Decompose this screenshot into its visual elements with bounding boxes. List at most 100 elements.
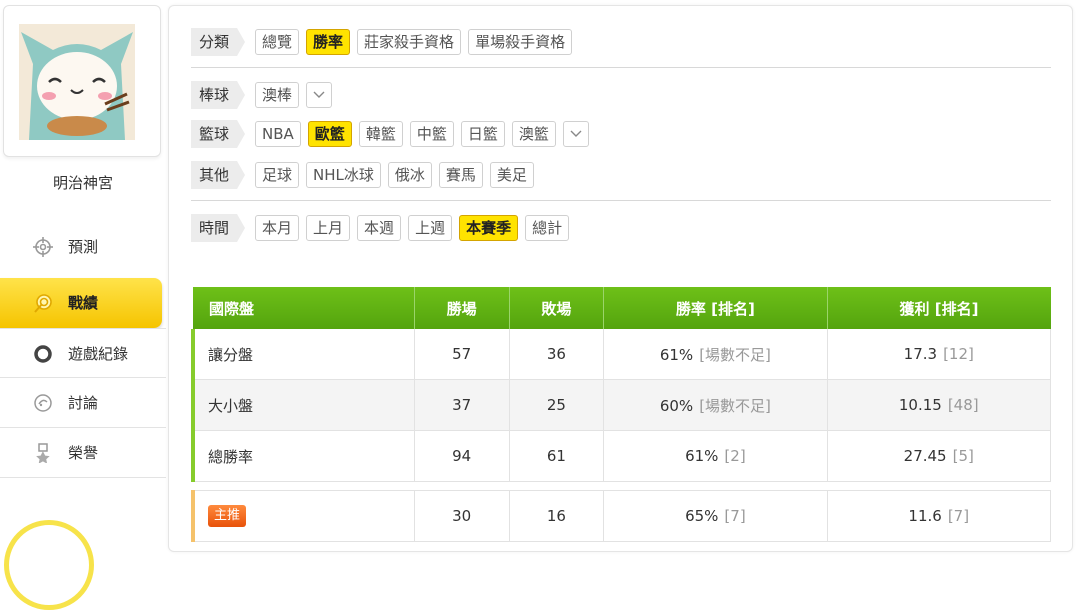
nav-record[interactable]: 戰績 bbox=[0, 278, 162, 328]
other-label: 其他 bbox=[191, 161, 245, 189]
divider bbox=[191, 200, 1051, 201]
profit-value: 27.45 bbox=[903, 447, 947, 465]
market-name: 總勝率 bbox=[190, 430, 415, 482]
category-banker-killer-button[interactable]: 莊家殺手資格 bbox=[357, 29, 462, 55]
col-header-winrate: 勝率 [排名] bbox=[603, 287, 828, 329]
winrate-rank: [7] bbox=[724, 507, 746, 525]
profit-cell: 27.45 [5] bbox=[827, 430, 1052, 482]
category-overview-button[interactable]: 總覽 bbox=[255, 29, 300, 55]
losses-cell: 61 bbox=[509, 430, 605, 482]
winrate-cell: 60% [場數不足] bbox=[603, 379, 828, 431]
other-russia-hockey-button[interactable]: 俄冰 bbox=[387, 162, 432, 188]
baseball-label: 棒球 bbox=[191, 81, 245, 109]
time-this-month-button[interactable]: 本月 bbox=[255, 215, 300, 241]
nav-game-history[interactable]: 遊戲紀錄 bbox=[0, 328, 166, 378]
other-filter-row: 其他 足球 NHL冰球 俄冰 賽馬 美足 bbox=[191, 161, 541, 189]
target-icon bbox=[34, 294, 52, 313]
nav-discuss-label: 討論 bbox=[68, 394, 99, 412]
stats-panel: 分類 總覽 勝率 莊家殺手資格 單場殺手資格 棒球 澳棒 籃球 NBA 歐籃 韓… bbox=[168, 5, 1073, 552]
profit-value: 10.15 bbox=[898, 396, 942, 414]
nav-discuss[interactable]: 討論 bbox=[0, 378, 166, 428]
circle-icon bbox=[34, 345, 52, 363]
category-single-killer-button[interactable]: 單場殺手資格 bbox=[468, 29, 573, 55]
basketball-korea-button[interactable]: 韓籃 bbox=[358, 121, 403, 147]
basketball-more-button[interactable] bbox=[562, 121, 589, 147]
nav-predict[interactable]: 預測 bbox=[0, 222, 166, 272]
basketball-nba-button[interactable]: NBA bbox=[255, 121, 301, 147]
basketball-aus-button[interactable]: 澳籃 bbox=[511, 121, 556, 147]
losses-cell: 16 bbox=[509, 490, 605, 542]
basketball-euro-button[interactable]: 歐籃 bbox=[307, 121, 352, 147]
divider bbox=[191, 67, 1051, 68]
nav-honor-label: 榮譽 bbox=[68, 444, 99, 462]
trophy-icon bbox=[36, 443, 50, 463]
winrate-value: 61% bbox=[659, 345, 694, 364]
market-name: 大小盤 bbox=[190, 379, 415, 431]
profit-value: 17.3 bbox=[903, 345, 938, 363]
username: 明治神宮 bbox=[52, 174, 113, 192]
time-last-month-button[interactable]: 上月 bbox=[306, 215, 351, 241]
time-this-season-button[interactable]: 本賽季 bbox=[459, 215, 519, 241]
other-horse-racing-button[interactable]: 賽馬 bbox=[438, 162, 483, 188]
profit-value: 11.6 bbox=[908, 507, 942, 525]
winrate-rank: [場數不足] bbox=[699, 345, 771, 364]
winrate-cell: 61% [2] bbox=[603, 430, 828, 482]
chat-icon bbox=[34, 394, 52, 412]
wins-cell: 37 bbox=[414, 379, 510, 431]
other-soccer-button[interactable]: 足球 bbox=[255, 162, 300, 188]
category-filter-row: 分類 總覽 勝率 莊家殺手資格 單場殺手資格 bbox=[191, 28, 579, 56]
col-header-market: 國際盤 bbox=[193, 287, 415, 329]
basketball-japan-button[interactable]: 日籃 bbox=[460, 121, 505, 147]
col-header-profit: 獲利 [排名] bbox=[827, 287, 1051, 329]
profit-cell: 17.3 [12] bbox=[827, 329, 1052, 380]
profit-rank: [7] bbox=[947, 507, 970, 525]
main-pick-row: 主推 30 16 65% [7] 11.6 [7] bbox=[190, 490, 1052, 542]
winrate-value: 65% bbox=[685, 507, 719, 525]
time-label: 時間 bbox=[191, 214, 245, 242]
winrate-cell: 65% [7] bbox=[603, 490, 828, 542]
basketball-filter-row: 籃球 NBA 歐籃 韓籃 中籃 日籃 澳籃 bbox=[191, 120, 596, 148]
table-spacer bbox=[193, 481, 1051, 491]
category-winrate-button[interactable]: 勝率 bbox=[306, 29, 351, 55]
baseball-aus-button[interactable]: 澳棒 bbox=[255, 82, 300, 108]
basketball-china-button[interactable]: 中籃 bbox=[409, 121, 454, 147]
avatar-card bbox=[3, 5, 161, 157]
nav-predict-label: 預測 bbox=[68, 238, 99, 256]
profit-rank: [48] bbox=[947, 396, 979, 414]
time-total-button[interactable]: 總計 bbox=[525, 215, 570, 241]
decorative-circle bbox=[4, 520, 94, 610]
losses-cell: 36 bbox=[509, 329, 605, 380]
profit-rank: [12] bbox=[943, 345, 974, 363]
profit-cell: 11.6 [7] bbox=[827, 490, 1052, 542]
nav-honor[interactable]: 榮譽 bbox=[0, 428, 166, 478]
crosshair-icon bbox=[33, 237, 53, 257]
wins-cell: 94 bbox=[414, 430, 510, 482]
other-american-football-button[interactable]: 美足 bbox=[489, 162, 534, 188]
time-filter-row: 時間 本月 上月 本週 上週 本賽季 總計 bbox=[191, 214, 576, 242]
winrate-cell: 61% [場數不足] bbox=[603, 329, 828, 380]
nav-record-label: 戰績 bbox=[68, 294, 99, 312]
time-this-week-button[interactable]: 本週 bbox=[357, 215, 402, 241]
main-pick-badge: 主推 bbox=[208, 505, 247, 527]
sidebar: 明治神宮 預測 戰績 遊戲紀錄 討論 榮譽 bbox=[0, 0, 166, 610]
wins-cell: 57 bbox=[414, 329, 510, 380]
baseball-more-button[interactable] bbox=[306, 82, 333, 108]
time-last-week-button[interactable]: 上週 bbox=[408, 215, 453, 241]
avatar[interactable] bbox=[19, 24, 135, 140]
col-header-wins: 勝場 bbox=[414, 287, 510, 329]
baseball-filter-row: 棒球 澳棒 bbox=[191, 81, 339, 109]
market-name: 讓分盤 bbox=[190, 329, 415, 380]
chevron-down-icon bbox=[570, 130, 582, 137]
profit-cell: 10.15 [48] bbox=[827, 379, 1052, 431]
winrate-rank: [2] bbox=[724, 447, 746, 465]
table-row: 大小盤 37 25 60% [場數不足] 10.15 [48] bbox=[190, 379, 1052, 431]
winrate-value: 60% bbox=[659, 396, 694, 415]
main-pick-cell: 主推 bbox=[190, 490, 415, 542]
losses-cell: 25 bbox=[509, 379, 605, 431]
table-row: 讓分盤 57 36 61% [場數不足] 17.3 [12] bbox=[190, 329, 1052, 380]
category-label: 分類 bbox=[191, 28, 245, 56]
table-header-row: 國際盤 勝場 敗場 勝率 [排名] 獲利 [排名] bbox=[193, 287, 1051, 329]
other-nhl-button[interactable]: NHL冰球 bbox=[306, 162, 381, 188]
winrate-value: 61% bbox=[685, 447, 719, 465]
table-row: 總勝率 94 61 61% [2] 27.45 [5] bbox=[190, 430, 1052, 482]
